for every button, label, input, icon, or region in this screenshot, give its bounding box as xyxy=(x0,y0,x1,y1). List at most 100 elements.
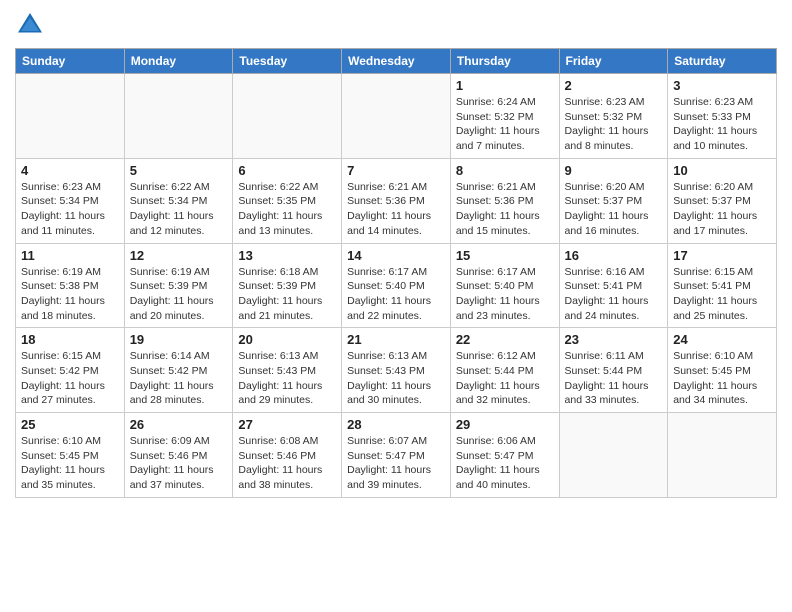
page-container: SundayMondayTuesdayWednesdayThursdayFrid… xyxy=(0,0,792,503)
day-number: 9 xyxy=(565,163,663,178)
calendar-cell: 12Sunrise: 6:19 AMSunset: 5:39 PMDayligh… xyxy=(124,243,233,328)
day-number: 19 xyxy=(130,332,228,347)
day-info: Sunrise: 6:16 AMSunset: 5:41 PMDaylight:… xyxy=(565,265,663,324)
calendar-cell xyxy=(124,74,233,159)
week-row-3: 18 Sunrise: 6:15 AMSunset: 5:42 PMDayligh… xyxy=(16,328,777,413)
day-number: 2 xyxy=(565,78,663,93)
calendar-cell: 7 Sunrise: 6:21 AMSunset: 5:36 PMDaylight… xyxy=(342,158,451,243)
day-info: Sunrise: 6:10 AMSunset: 5:45 PMDaylight:… xyxy=(21,434,119,493)
day-info: Sunrise: 6:09 AMSunset: 5:46 PMDaylight:… xyxy=(130,434,228,493)
day-info: Sunrise: 6:06 AMSunset: 5:47 PMDaylight:… xyxy=(456,434,554,493)
calendar-cell: 23 Sunrise: 6:11 AMSunset: 5:44 PMDayligh… xyxy=(559,328,668,413)
day-number: 23 xyxy=(565,332,663,347)
day-number: 14 xyxy=(347,248,445,263)
day-info: Sunrise: 6:15 AMSunset: 5:41 PMDaylight:… xyxy=(673,265,771,324)
day-number: 7 xyxy=(347,163,445,178)
calendar-cell: 8 Sunrise: 6:21 AMSunset: 5:36 PMDaylight… xyxy=(450,158,559,243)
calendar-header: SundayMondayTuesdayWednesdayThursdayFrid… xyxy=(16,49,777,74)
day-info: Sunrise: 6:10 AMSunset: 5:45 PMDaylight:… xyxy=(673,349,771,408)
day-info: Sunrise: 6:13 AMSunset: 5:43 PMDaylight:… xyxy=(347,349,445,408)
calendar-cell: 1 Sunrise: 6:24 AMSunset: 5:32 PMDaylight… xyxy=(450,74,559,159)
calendar-cell: 28 Sunrise: 6:07 AMSunset: 5:47 PMDayligh… xyxy=(342,413,451,498)
calendar-cell: 18 Sunrise: 6:15 AMSunset: 5:42 PMDayligh… xyxy=(16,328,125,413)
week-row-0: 1 Sunrise: 6:24 AMSunset: 5:32 PMDaylight… xyxy=(16,74,777,159)
day-number: 18 xyxy=(21,332,119,347)
calendar-cell: 4 Sunrise: 6:23 AMSunset: 5:34 PMDaylight… xyxy=(16,158,125,243)
day-header-sunday: Sunday xyxy=(16,49,125,74)
day-info: Sunrise: 6:22 AMSunset: 5:34 PMDaylight:… xyxy=(130,180,228,239)
day-info: Sunrise: 6:08 AMSunset: 5:46 PMDaylight:… xyxy=(238,434,336,493)
header xyxy=(15,10,777,40)
day-info: Sunrise: 6:07 AMSunset: 5:47 PMDaylight:… xyxy=(347,434,445,493)
day-info: Sunrise: 6:22 AMSunset: 5:35 PMDaylight:… xyxy=(238,180,336,239)
day-number: 3 xyxy=(673,78,771,93)
day-info: Sunrise: 6:19 AMSunset: 5:39 PMDaylight:… xyxy=(130,265,228,324)
day-info: Sunrise: 6:24 AMSunset: 5:32 PMDaylight:… xyxy=(456,95,554,154)
day-info: Sunrise: 6:11 AMSunset: 5:44 PMDaylight:… xyxy=(565,349,663,408)
day-info: Sunrise: 6:23 AMSunset: 5:33 PMDaylight:… xyxy=(673,95,771,154)
day-number: 26 xyxy=(130,417,228,432)
calendar-cell: 11 Sunrise: 6:19 AMSunset: 5:38 PMDayligh… xyxy=(16,243,125,328)
calendar-cell: 14Sunrise: 6:17 AMSunset: 5:40 PMDayligh… xyxy=(342,243,451,328)
calendar-cell: 17 Sunrise: 6:15 AMSunset: 5:41 PMDayligh… xyxy=(668,243,777,328)
logo xyxy=(15,10,49,40)
day-info: Sunrise: 6:21 AMSunset: 5:36 PMDaylight:… xyxy=(456,180,554,239)
day-info: Sunrise: 6:17 AMSunset: 5:40 PMDaylight:… xyxy=(456,265,554,324)
day-number: 8 xyxy=(456,163,554,178)
day-info: Sunrise: 6:14 AMSunset: 5:42 PMDaylight:… xyxy=(130,349,228,408)
day-number: 17 xyxy=(673,248,771,263)
calendar-cell: 6 Sunrise: 6:22 AMSunset: 5:35 PMDaylight… xyxy=(233,158,342,243)
day-info: Sunrise: 6:15 AMSunset: 5:42 PMDaylight:… xyxy=(21,349,119,408)
day-info: Sunrise: 6:20 AMSunset: 5:37 PMDaylight:… xyxy=(673,180,771,239)
calendar-cell: 25 Sunrise: 6:10 AMSunset: 5:45 PMDayligh… xyxy=(16,413,125,498)
calendar-cell: 29 Sunrise: 6:06 AMSunset: 5:47 PMDayligh… xyxy=(450,413,559,498)
calendar-cell: 3 Sunrise: 6:23 AMSunset: 5:33 PMDaylight… xyxy=(668,74,777,159)
calendar-cell: 24 Sunrise: 6:10 AMSunset: 5:45 PMDayligh… xyxy=(668,328,777,413)
day-info: Sunrise: 6:12 AMSunset: 5:44 PMDaylight:… xyxy=(456,349,554,408)
day-number: 20 xyxy=(238,332,336,347)
calendar-cell: 26 Sunrise: 6:09 AMSunset: 5:46 PMDayligh… xyxy=(124,413,233,498)
calendar-table: SundayMondayTuesdayWednesdayThursdayFrid… xyxy=(15,48,777,498)
day-info: Sunrise: 6:18 AMSunset: 5:39 PMDaylight:… xyxy=(238,265,336,324)
calendar-cell: 13Sunrise: 6:18 AMSunset: 5:39 PMDayligh… xyxy=(233,243,342,328)
day-number: 15 xyxy=(456,248,554,263)
day-info: Sunrise: 6:13 AMSunset: 5:43 PMDaylight:… xyxy=(238,349,336,408)
calendar-cell: 5 Sunrise: 6:22 AMSunset: 5:34 PMDaylight… xyxy=(124,158,233,243)
day-header-thursday: Thursday xyxy=(450,49,559,74)
calendar-cell: 10 Sunrise: 6:20 AMSunset: 5:37 PMDayligh… xyxy=(668,158,777,243)
calendar-cell: 20 Sunrise: 6:13 AMSunset: 5:43 PMDayligh… xyxy=(233,328,342,413)
day-header-saturday: Saturday xyxy=(668,49,777,74)
day-header-row: SundayMondayTuesdayWednesdayThursdayFrid… xyxy=(16,49,777,74)
day-number: 24 xyxy=(673,332,771,347)
calendar-body: 1 Sunrise: 6:24 AMSunset: 5:32 PMDaylight… xyxy=(16,74,777,498)
day-number: 10 xyxy=(673,163,771,178)
week-row-2: 11 Sunrise: 6:19 AMSunset: 5:38 PMDayligh… xyxy=(16,243,777,328)
calendar-cell xyxy=(16,74,125,159)
calendar-cell: 21 Sunrise: 6:13 AMSunset: 5:43 PMDayligh… xyxy=(342,328,451,413)
day-number: 29 xyxy=(456,417,554,432)
day-info: Sunrise: 6:19 AMSunset: 5:38 PMDaylight:… xyxy=(21,265,119,324)
calendar-cell xyxy=(233,74,342,159)
day-number: 28 xyxy=(347,417,445,432)
calendar-cell xyxy=(559,413,668,498)
day-number: 25 xyxy=(21,417,119,432)
week-row-4: 25 Sunrise: 6:10 AMSunset: 5:45 PMDayligh… xyxy=(16,413,777,498)
day-info: Sunrise: 6:21 AMSunset: 5:36 PMDaylight:… xyxy=(347,180,445,239)
day-number: 1 xyxy=(456,78,554,93)
day-header-tuesday: Tuesday xyxy=(233,49,342,74)
day-number: 6 xyxy=(238,163,336,178)
day-number: 21 xyxy=(347,332,445,347)
day-number: 22 xyxy=(456,332,554,347)
calendar-cell: 2Sunrise: 6:23 AMSunset: 5:32 PMDaylight… xyxy=(559,74,668,159)
day-number: 16 xyxy=(565,248,663,263)
calendar-cell: 27 Sunrise: 6:08 AMSunset: 5:46 PMDayligh… xyxy=(233,413,342,498)
day-number: 27 xyxy=(238,417,336,432)
calendar-cell: 22 Sunrise: 6:12 AMSunset: 5:44 PMDayligh… xyxy=(450,328,559,413)
calendar-cell: 9Sunrise: 6:20 AMSunset: 5:37 PMDaylight… xyxy=(559,158,668,243)
day-number: 11 xyxy=(21,248,119,263)
day-number: 5 xyxy=(130,163,228,178)
day-info: Sunrise: 6:23 AMSunset: 5:34 PMDaylight:… xyxy=(21,180,119,239)
day-header-wednesday: Wednesday xyxy=(342,49,451,74)
day-number: 4 xyxy=(21,163,119,178)
day-header-friday: Friday xyxy=(559,49,668,74)
